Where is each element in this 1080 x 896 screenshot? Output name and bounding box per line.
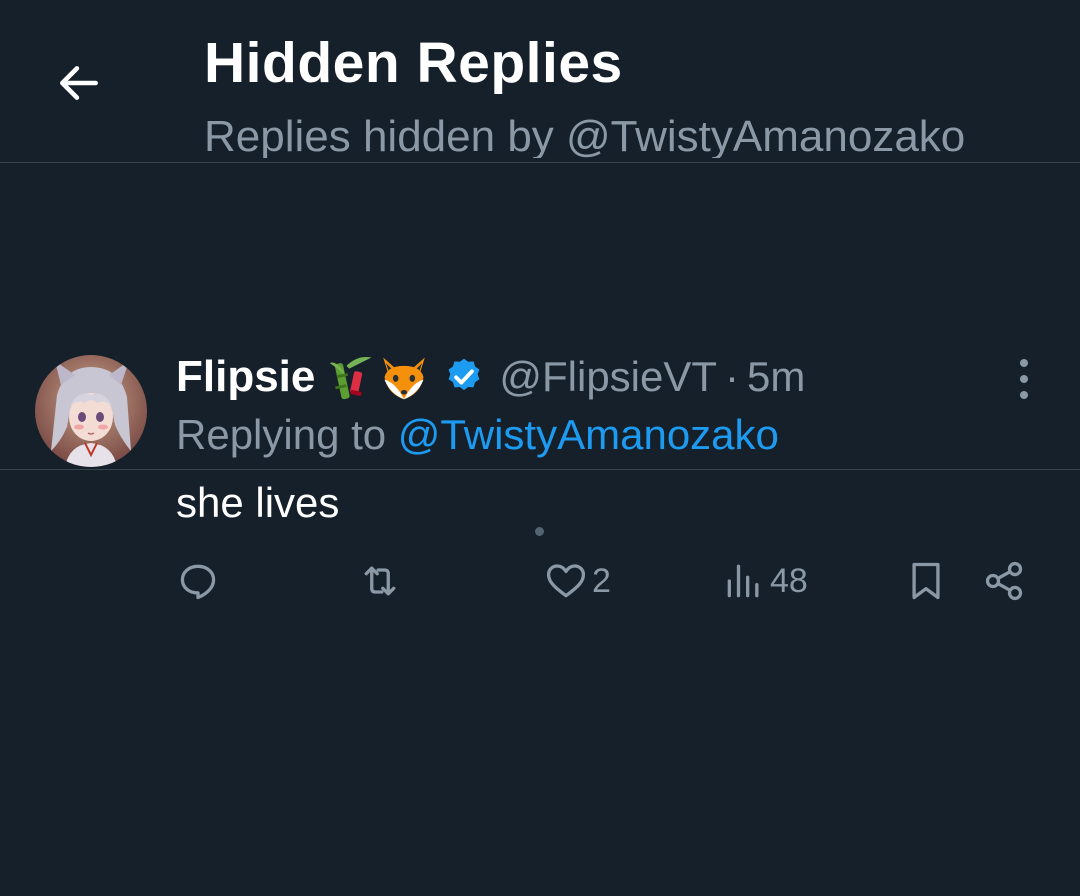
separator: · <box>725 353 740 400</box>
like-button[interactable]: 2 <box>544 555 611 607</box>
tweet-header: Flipsie @FlipsieVT · 5m <box>176 349 805 405</box>
heart-icon <box>546 564 586 598</box>
views-icon <box>727 564 759 598</box>
tweet-item[interactable]: Flipsie @FlipsieVT · 5m Replying to @Twi… <box>0 163 1080 601</box>
display-name[interactable]: Flipsie <box>176 352 315 402</box>
page-title: Hidden Replies <box>204 31 623 95</box>
verified-badge-icon <box>443 356 485 398</box>
header-bar: Hidden Replies Replies hidden by @Twisty… <box>0 0 1080 163</box>
loading-indicator <box>535 527 544 536</box>
tweet-time[interactable]: 5m <box>747 353 805 401</box>
avatar[interactable] <box>35 355 147 467</box>
replying-to-mention[interactable]: @TwistyAmanozako <box>398 411 779 458</box>
reply-button[interactable] <box>176 555 224 607</box>
share-button[interactable] <box>982 555 1026 607</box>
page-subtitle: Replies hidden by @TwistyAmanozako <box>204 112 966 158</box>
back-button[interactable] <box>48 52 110 114</box>
bookmark-button[interactable] <box>904 555 948 607</box>
hidden-replies-screen: Hidden Replies Replies hidden by @Twisty… <box>0 0 1080 896</box>
fox-emoji <box>379 352 429 402</box>
tweet-text: she lives <box>176 479 340 526</box>
reply-icon <box>180 564 216 600</box>
more-options-button[interactable] <box>1000 355 1048 403</box>
replying-to-label: Replying to <box>176 411 387 458</box>
view-count: 48 <box>770 561 808 600</box>
bookmark-icon <box>912 562 940 600</box>
user-handle[interactable]: @FlipsieVT <box>499 353 717 401</box>
views-button[interactable]: 48 <box>722 555 808 607</box>
like-count: 2 <box>592 561 611 600</box>
share-icon <box>985 561 1023 601</box>
replying-to: Replying to @TwistyAmanozako <box>176 411 779 463</box>
more-vertical-icon <box>1020 359 1028 399</box>
bamboo-emoji <box>327 352 377 402</box>
retweet-button[interactable] <box>358 555 406 607</box>
retweet-icon <box>364 566 396 596</box>
arrow-left-icon <box>60 66 98 100</box>
avatar-image <box>35 355 147 467</box>
